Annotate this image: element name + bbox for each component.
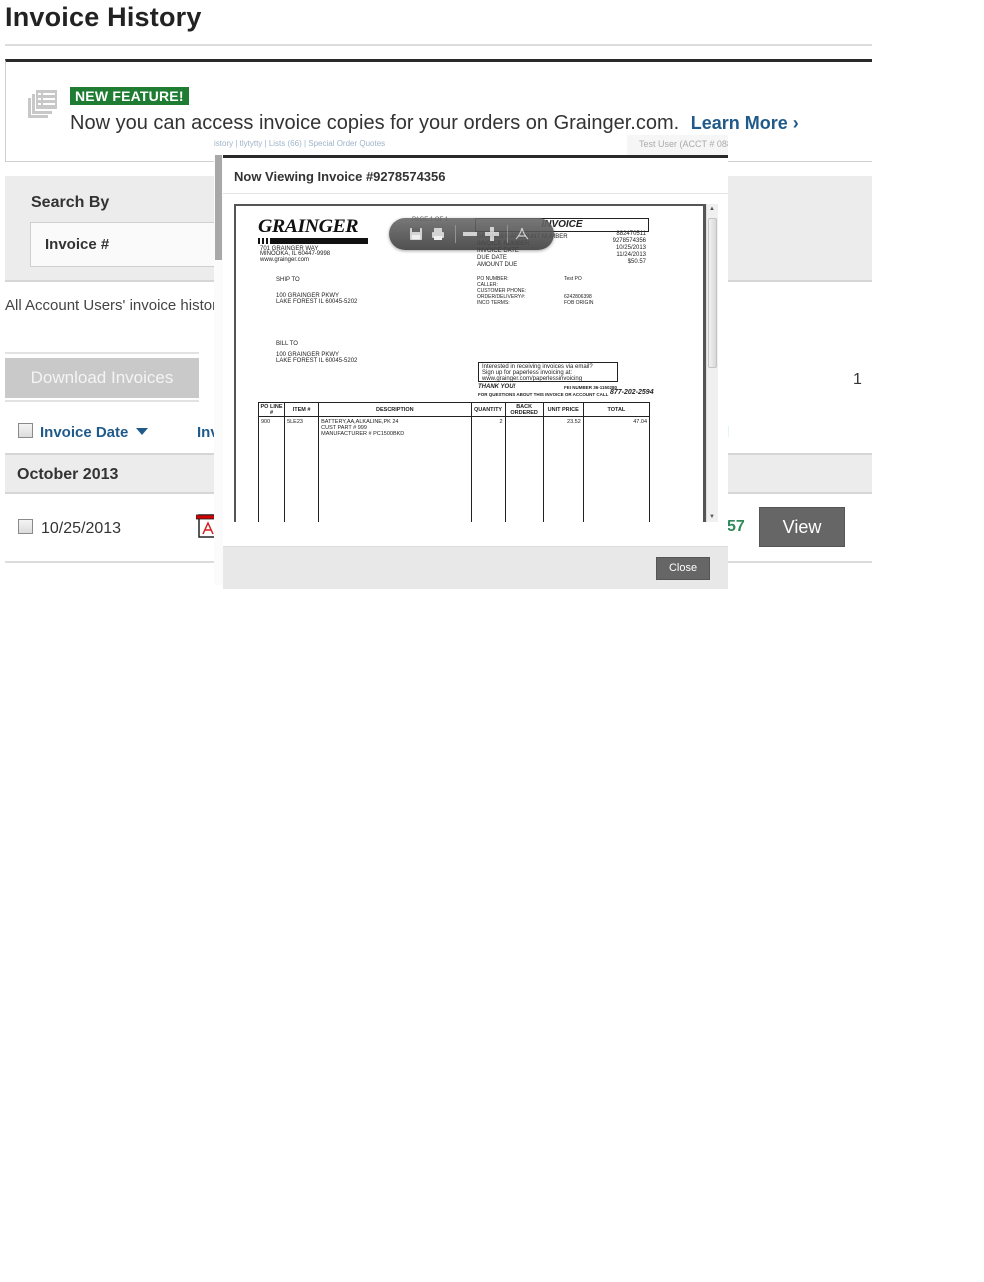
paperless-notice: Interested in receiving invoices via ema…: [478, 362, 618, 382]
grainger-logo: GRAINGER: [258, 216, 359, 237]
address-line: www.grainger.com: [260, 257, 310, 263]
scroll-up-icon[interactable]: ▲: [709, 206, 715, 212]
scroll-thumb[interactable]: [708, 218, 717, 368]
row-checkbox[interactable]: [18, 519, 33, 534]
scroll-down-icon[interactable]: ▼: [709, 514, 715, 520]
modal-divider: [223, 193, 728, 194]
download-invoices-button[interactable]: Download Invoices: [5, 358, 199, 398]
support-phone: 877-202-2594: [610, 389, 654, 396]
view-invoice-button[interactable]: View: [759, 507, 845, 547]
line-header: QUANTITY: [470, 402, 506, 417]
line-header: TOTAL: [582, 402, 651, 417]
questions-text: FOR QUESTIONS ABOUT THIS INVOICE OR ACCO…: [478, 392, 609, 397]
order-field-label: INCO TERMS:: [477, 300, 510, 306]
field-value: 882470511: [616, 231, 646, 237]
search-by-label: Search By: [31, 194, 110, 211]
ship-to-line: LAKE FOREST IL 60045-5202: [276, 299, 358, 305]
month-group-label: October 2013: [17, 466, 119, 483]
order-field-value: Test PO: [564, 276, 582, 282]
invoice-date-header-label: Invoice Date: [40, 424, 129, 441]
logo-bar: [272, 238, 368, 244]
line-header: PO LINE #: [257, 402, 286, 417]
line-header: UNIT PRICE: [542, 402, 584, 417]
viewer-scrollbar[interactable]: ▲ ▼: [706, 204, 718, 522]
description-cell: BATTERY,AA,ALKALINE,PK 24 CUST PART # 99…: [318, 416, 472, 522]
field-value: 9278574356: [612, 238, 646, 244]
users-notice: All Account Users' invoice histor: [5, 297, 218, 314]
background-strip: [215, 155, 222, 260]
total-cell: 47.04: [582, 416, 651, 522]
line-items-table: PO LINE # ITEM # DESCRIPTION QUANTITY BA…: [257, 402, 651, 522]
item-cell: 5LE23: [284, 416, 320, 522]
pdf-toolbar: [389, 218, 554, 250]
line-header: ITEM #: [284, 402, 320, 417]
logo-stripes: [258, 238, 272, 244]
save-icon[interactable]: [409, 227, 423, 241]
invoice-date-cell: 10/25/2013: [41, 520, 122, 537]
unit-price-cell: 23.52: [542, 416, 584, 522]
zoom-in-icon[interactable]: [485, 227, 499, 241]
pagination-page-number[interactable]: 1: [853, 371, 862, 389]
toolbar-separator: [507, 225, 508, 243]
background-user-info: Test User (ACCT # 0882: [627, 135, 728, 155]
zoom-out-icon[interactable]: [463, 227, 477, 241]
list-icon: [28, 90, 57, 118]
field-value: $50.57: [627, 259, 646, 265]
modal-title: Now Viewing Invoice #9278574356: [234, 169, 446, 184]
invoice-date-header[interactable]: Invoice Date: [40, 424, 149, 441]
divider: [5, 352, 199, 354]
field-label: DUE DATE: [477, 255, 507, 261]
back-ordered-cell: [504, 416, 544, 522]
new-feature-banner: NEW FEATURE! Now you can access invoice …: [5, 59, 872, 162]
ship-to-label: SHIP TO: [276, 277, 300, 283]
invoice-document: GRAINGER 701 GRAINGER WAY MINOOKA, IL 60…: [236, 206, 716, 522]
close-button[interactable]: Close: [656, 557, 710, 580]
invoice-viewer-modal: Now Viewing Invoice #9278574356 GRAINGER…: [223, 155, 728, 589]
banner-message: Now you can access invoice copies for yo…: [70, 112, 680, 134]
print-icon[interactable]: [431, 227, 445, 241]
title-divider: [5, 44, 872, 46]
sort-down-icon: [136, 428, 149, 435]
field-value: 11/24/2013: [616, 252, 646, 258]
order-field-value: FOB ORIGIN: [564, 300, 594, 306]
field-label: AMOUNT DUE: [477, 262, 518, 268]
learn-more-link[interactable]: Learn More ›: [691, 113, 799, 133]
bill-to-line: LAKE FOREST IL 60045-5202: [276, 358, 358, 364]
chevron-right-icon: ›: [792, 113, 799, 133]
pdf-viewer[interactable]: GRAINGER 701 GRAINGER WAY MINOOKA, IL 60…: [234, 204, 718, 522]
po-line-cell: 900: [257, 416, 286, 522]
field-value: 10/25/2013: [615, 245, 646, 251]
page-title: Invoice History: [5, 2, 202, 32]
thank-you: THANK YOU!: [478, 384, 516, 390]
line-header: BACK ORDERED: [504, 402, 544, 417]
paperless-line: www.grainger.com/paperlessinvoicing: [482, 376, 583, 382]
banner-message-line: Now you can access invoice copies for yo…: [70, 112, 799, 135]
toolbar-separator: [455, 225, 456, 243]
description-line: MANUFACTURER # PC1500BKD: [321, 431, 405, 437]
line-item-row: 900 5LE23 BATTERY,AA,ALKALINE,PK 24 CUST…: [257, 416, 651, 522]
quantity-cell: 2: [470, 416, 506, 522]
line-header: DESCRIPTION: [318, 402, 472, 417]
invoice-amount-cell: 57: [727, 518, 745, 535]
new-feature-badge: NEW FEATURE!: [70, 87, 189, 105]
divider: [5, 400, 199, 402]
learn-more-label: Learn More: [690, 113, 788, 133]
bill-to-label: BILL TO: [276, 341, 298, 347]
background-nav: istory | tlytytty | Lists (66) | Special…: [214, 139, 386, 148]
select-all-checkbox[interactable]: [18, 423, 33, 438]
acrobat-icon[interactable]: [515, 227, 529, 241]
modal-footer: Close: [223, 546, 728, 589]
